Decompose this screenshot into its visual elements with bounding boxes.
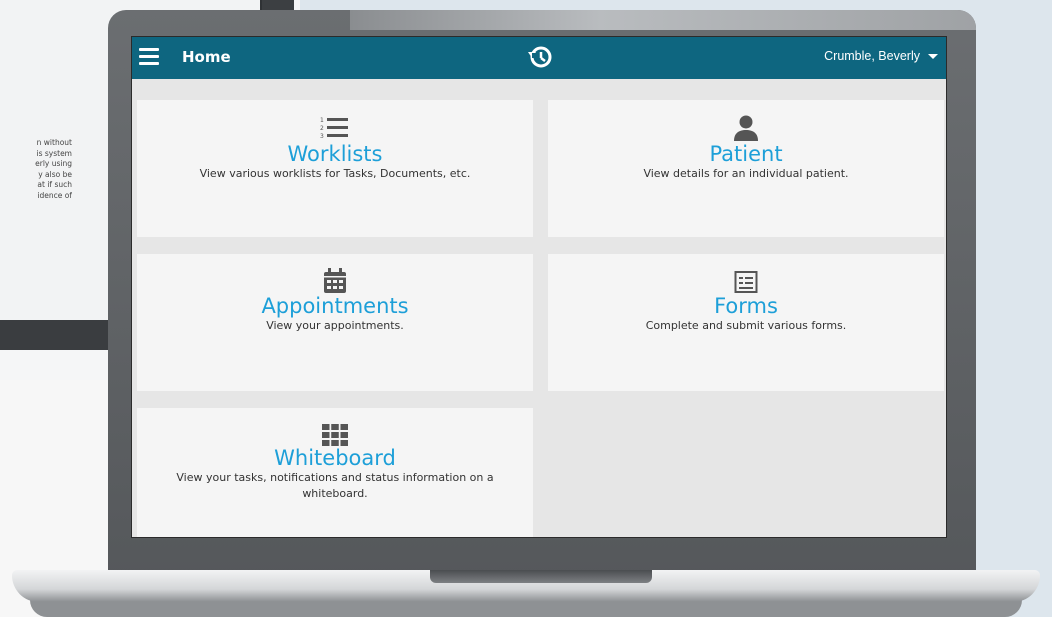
svg-text:1: 1: [320, 117, 324, 124]
form-icon: [734, 271, 758, 293]
tile-appointments[interactable]: Appointments View your appointments.: [137, 254, 533, 391]
laptop-notch: [430, 570, 652, 583]
tile-description: View your appointments.: [266, 319, 404, 332]
tile-forms[interactable]: Forms Complete and submit various forms.: [548, 254, 944, 391]
history-icon[interactable]: [526, 43, 554, 71]
app-screen: Home Crumble, Beverly 1 2 3 Worklists Vi…: [131, 36, 947, 538]
legal-line: at if such: [37, 180, 72, 189]
top-bar: Home Crumble, Beverly: [132, 37, 946, 79]
svg-text:2: 2: [320, 125, 324, 132]
calendar-icon: [324, 268, 346, 293]
grid-icon: [322, 424, 348, 446]
tile-title: Forms: [714, 294, 778, 318]
chevron-down-icon: [928, 53, 938, 59]
person-icon: [734, 115, 758, 141]
svg-text:3: 3: [320, 133, 324, 140]
tile-description: View various worklists for Tasks, Docume…: [199, 167, 471, 180]
legal-line: n without: [36, 138, 72, 147]
page-title: Home: [182, 48, 231, 66]
numbered-list-icon: 1 2 3: [320, 117, 348, 140]
tile-title: Appointments: [261, 294, 409, 318]
tile-title: Patient: [709, 142, 783, 166]
tile-worklists[interactable]: 1 2 3 Worklists View various worklists f…: [137, 100, 533, 237]
tile-description: View details for an individual patient.: [643, 167, 849, 180]
legal-line: y also be: [38, 169, 72, 179]
tile-title: Worklists: [287, 142, 383, 166]
user-menu[interactable]: Crumble, Beverly: [824, 49, 938, 63]
legal-line: is system: [36, 148, 73, 158]
legal-line: erly using: [35, 159, 72, 168]
laptop-base-shadow: [30, 600, 1022, 617]
tile-patient[interactable]: Patient View details for an individual p…: [548, 100, 944, 237]
tile-description: Complete and submit various forms.: [645, 319, 847, 332]
laptop-lid-highlight: [350, 10, 976, 30]
user-name: Crumble, Beverly: [824, 49, 920, 63]
legal-line: idence of: [37, 190, 72, 200]
tile-whiteboard[interactable]: Whiteboard View your tasks, notification…: [137, 408, 533, 537]
tile-description: View your tasks, notifications and statu…: [176, 471, 494, 500]
background-legal-text: n without is system erly using y also be…: [0, 138, 72, 201]
tile-title: Whiteboard: [274, 446, 396, 470]
hamburger-menu-icon[interactable]: [139, 48, 159, 66]
